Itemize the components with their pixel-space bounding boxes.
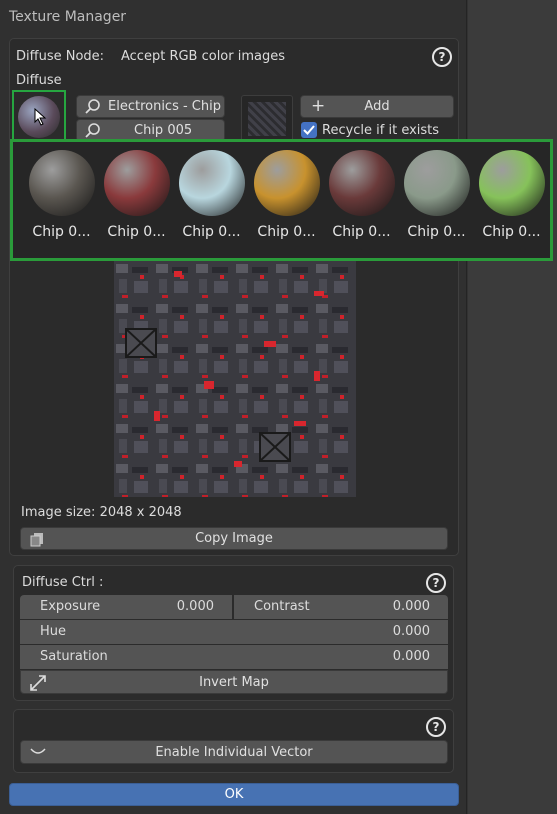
gallery-item-label: Chip 0... — [107, 224, 166, 240]
saturation-field[interactable]: Saturation 0.000 — [20, 645, 448, 669]
saturation-value: 0.000 — [392, 649, 430, 664]
hue-value: 0.000 — [392, 624, 430, 639]
gallery-item-label: Chip 0... — [482, 224, 541, 240]
checkmark-icon — [303, 125, 315, 135]
gallery-item[interactable]: Chip 0... — [174, 150, 249, 250]
diffuse-ctrl-header: Diffuse Ctrl : — [22, 575, 104, 590]
gallery-item[interactable]: Chip 0... — [24, 150, 99, 250]
search-icon — [85, 99, 100, 114]
contrast-label: Contrast — [254, 599, 310, 614]
background-area — [468, 0, 557, 814]
texture-small-preview — [241, 95, 293, 143]
saturation-label: Saturation — [40, 649, 108, 664]
help-icon[interactable]: ? — [426, 717, 446, 737]
mouse-cursor-icon — [34, 108, 47, 126]
invert-map-label: Invert Map — [199, 675, 269, 690]
category-selector[interactable]: Electronics - Chip — [76, 95, 225, 118]
texture-image-preview — [114, 261, 356, 497]
contrast-value: 0.000 — [392, 599, 430, 614]
texture-label: Chip 005 — [134, 123, 193, 138]
help-icon[interactable]: ? — [432, 47, 452, 67]
gallery-item-label: Chip 0... — [182, 224, 241, 240]
exposure-label: Exposure — [40, 599, 101, 614]
gallery-item[interactable]: Chip 0... — [399, 150, 474, 250]
texture-manager-dialog: Texture Manager Diffuse Node: Accept RGB… — [0, 0, 467, 814]
gallery-item-label: Chip 0... — [32, 224, 91, 240]
ok-button[interactable]: OK — [9, 783, 459, 806]
texture-sphere-thumbnail — [179, 150, 245, 216]
recycle-label: Recycle if it exists — [322, 123, 440, 138]
diffuse-node-description: Accept RGB color images — [121, 49, 286, 64]
category-label: Electronics - Chip — [108, 99, 221, 114]
recycle-checkbox[interactable] — [301, 122, 317, 138]
image-size-label: Image size: 2048 x 2048 — [21, 505, 182, 520]
enable-vector-button[interactable]: Enable Individual Vector — [20, 740, 448, 764]
texture-sphere-thumbnail — [404, 150, 470, 216]
ok-label: OK — [224, 787, 244, 802]
texture-sphere-thumbnail — [479, 150, 545, 216]
gallery-item[interactable]: Chip 0... — [474, 150, 549, 250]
contrast-field[interactable]: Contrast 0.000 — [234, 595, 448, 619]
texture-sphere-thumbnail — [29, 150, 95, 216]
texture-sphere-thumbnail — [254, 150, 320, 216]
search-icon — [85, 123, 100, 138]
exposure-field[interactable]: Exposure 0.000 — [20, 595, 232, 619]
diffuse-ctrl-panel: Diffuse Ctrl : ? Exposure 0.000 Contrast… — [13, 565, 454, 701]
gallery-item-label: Chip 0... — [257, 224, 316, 240]
hue-label: Hue — [40, 624, 67, 639]
exposure-value: 0.000 — [176, 599, 214, 614]
gallery-item-label: Chip 0... — [407, 224, 466, 240]
enable-vector-label: Enable Individual Vector — [155, 745, 313, 760]
gallery-item[interactable]: Chip 0... — [324, 150, 399, 250]
texture-thumbnail[interactable] — [12, 90, 66, 144]
invert-map-button[interactable]: Invert Map — [20, 670, 448, 694]
copy-image-label: Copy Image — [195, 531, 273, 546]
vector-panel: ? Enable Individual Vector — [13, 709, 454, 773]
gallery-item-label: Chip 0... — [332, 224, 391, 240]
copy-image-button[interactable]: Copy Image — [20, 527, 448, 550]
hue-field[interactable]: Hue 0.000 — [20, 620, 448, 644]
diffuse-node-label: Diffuse Node: — [16, 49, 105, 64]
gallery-item[interactable]: Chip 0... — [99, 150, 174, 250]
dialog-title: Texture Manager — [9, 9, 127, 25]
add-button[interactable]: + Add — [300, 95, 454, 118]
texture-image — [114, 261, 356, 497]
diffuse-section-label: Diffuse — [16, 73, 62, 88]
diffuse-node-panel: Diffuse Node: Accept RGB color images ? … — [9, 38, 459, 556]
texture-gallery-popup: Chip 0... Chip 0... Chip 0... Chip 0... Chip… — [10, 139, 553, 261]
gallery-item[interactable]: Chip 0... — [249, 150, 324, 250]
add-label: Add — [364, 99, 390, 114]
texture-sphere-thumbnail — [104, 150, 170, 216]
help-icon[interactable]: ? — [426, 573, 446, 593]
texture-sphere-thumbnail — [329, 150, 395, 216]
